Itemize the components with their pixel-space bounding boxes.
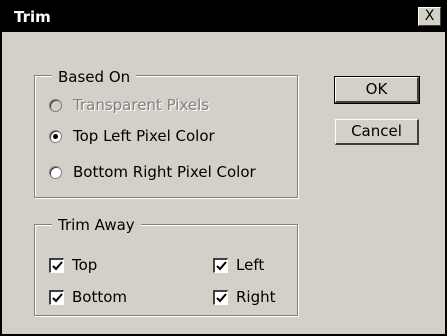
- trim-dialog: Trim X Based On Transparent Pixels Top L…: [0, 0, 447, 336]
- checkbox-label: Left: [236, 256, 265, 274]
- check-mark-icon: [52, 260, 63, 270]
- radio-selected-dot: [53, 133, 58, 139]
- check-mark-icon: [216, 260, 227, 270]
- based-on-legend: Based On: [52, 68, 137, 86]
- radio-button[interactable]: [49, 129, 62, 143]
- radio-label: Top Left Pixel Color: [73, 127, 215, 145]
- checkbox-right[interactable]: Right: [213, 287, 276, 307]
- radio-bottom-right-pixel-color[interactable]: Bottom Right Pixel Color: [49, 162, 256, 182]
- checkbox-box[interactable]: [49, 289, 64, 305]
- checkbox-label: Right: [236, 288, 276, 306]
- close-icon: X: [424, 8, 435, 24]
- title-bar[interactable]: Trim X: [2, 2, 445, 32]
- radio-top-left-pixel-color[interactable]: Top Left Pixel Color: [49, 126, 215, 146]
- checkbox-label: Bottom: [72, 288, 128, 306]
- checkbox-left[interactable]: Left: [213, 255, 264, 275]
- checkbox-bottom[interactable]: Bottom: [49, 287, 127, 307]
- radio-button[interactable]: [49, 165, 62, 179]
- checkbox-label: Top: [72, 256, 98, 274]
- radio-transparent-pixels[interactable]: Transparent Pixels: [49, 95, 209, 115]
- checkbox-box[interactable]: [49, 257, 64, 273]
- close-button[interactable]: X: [418, 7, 441, 26]
- cancel-button[interactable]: Cancel: [335, 119, 419, 145]
- check-mark-icon: [216, 292, 227, 302]
- checkbox-top[interactable]: Top: [49, 255, 97, 275]
- checkbox-box[interactable]: [213, 257, 228, 273]
- ok-button[interactable]: OK: [334, 76, 420, 104]
- radio-button[interactable]: [49, 98, 62, 112]
- trim-away-legend: Trim Away: [52, 216, 141, 234]
- radio-label: Transparent Pixels: [73, 96, 210, 114]
- checkbox-box[interactable]: [213, 289, 228, 305]
- radio-label: Bottom Right Pixel Color: [73, 163, 256, 181]
- window-title: Trim: [14, 8, 51, 26]
- check-mark-icon: [52, 292, 63, 302]
